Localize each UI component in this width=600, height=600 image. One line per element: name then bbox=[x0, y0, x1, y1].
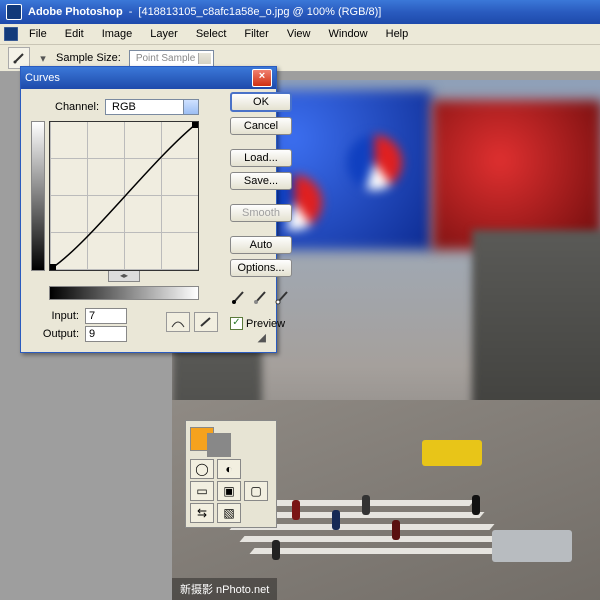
preview-checkbox[interactable]: ✓ Preview bbox=[230, 317, 292, 330]
load-button[interactable]: Load... bbox=[230, 149, 292, 167]
check-icon: ✓ bbox=[230, 317, 243, 330]
app-name: Adobe Photoshop bbox=[28, 6, 123, 18]
sample-size-combo[interactable]: Point Sample bbox=[129, 50, 214, 67]
menu-help[interactable]: Help bbox=[379, 26, 416, 42]
grid-toggle-icon[interactable]: ◂▸ bbox=[108, 270, 140, 282]
menu-window[interactable]: Window bbox=[322, 26, 375, 42]
curves-graph[interactable] bbox=[49, 121, 199, 271]
smooth-button: Smooth bbox=[230, 204, 292, 222]
mode-quickmask-icon[interactable]: ◐ bbox=[217, 459, 241, 479]
ok-button[interactable]: OK bbox=[230, 92, 292, 112]
extra-icon[interactable]: ▧ bbox=[217, 503, 241, 523]
background-swatch[interactable] bbox=[207, 433, 231, 457]
jump-to-imageready-icon[interactable]: ⇆ bbox=[190, 503, 214, 523]
gray-point-eyedropper-icon[interactable] bbox=[252, 288, 270, 306]
output-field[interactable] bbox=[85, 326, 127, 342]
dialog-titlebar[interactable]: Curves × bbox=[21, 67, 276, 89]
tool-preset-dropdown-icon[interactable]: ▾ bbox=[38, 52, 48, 65]
white-point-eyedropper-icon[interactable] bbox=[274, 288, 292, 306]
document-title: [418813105_c8afc1a58e_o.jpg @ 100% (RGB/… bbox=[138, 6, 381, 18]
app-icon bbox=[6, 4, 22, 20]
tool-palette[interactable]: ◯◐ ▭▣▢ ⇆▧ bbox=[185, 420, 277, 528]
menu-layer[interactable]: Layer bbox=[143, 26, 185, 42]
input-field[interactable] bbox=[85, 308, 127, 324]
channel-select[interactable]: RGB bbox=[105, 99, 199, 115]
menu-filter[interactable]: Filter bbox=[237, 26, 275, 42]
auto-button[interactable]: Auto bbox=[230, 236, 292, 254]
screen-standard-icon[interactable]: ▭ bbox=[190, 481, 214, 501]
dialog-buttons: OK Cancel Load... Save... Smooth Auto Op… bbox=[230, 92, 292, 330]
watermark: 新摄影 nPhoto.net bbox=[172, 578, 277, 600]
input-label: Input: bbox=[39, 310, 79, 322]
screen-full-menubar-icon[interactable]: ▣ bbox=[217, 481, 241, 501]
sample-size-label: Sample Size: bbox=[56, 52, 121, 64]
close-icon[interactable]: × bbox=[252, 69, 272, 87]
menu-file[interactable]: File bbox=[22, 26, 54, 42]
save-button[interactable]: Save... bbox=[230, 172, 292, 190]
title-bar: Adobe Photoshop - [418813105_c8afc1a58e_… bbox=[0, 0, 600, 24]
menu-select[interactable]: Select bbox=[189, 26, 234, 42]
menu-bar: File Edit Image Layer Select Filter View… bbox=[0, 24, 600, 45]
channel-label: Channel: bbox=[55, 101, 99, 113]
black-point-eyedropper-icon[interactable] bbox=[230, 288, 248, 306]
horizontal-gradient bbox=[49, 286, 199, 300]
menu-image[interactable]: Image bbox=[95, 26, 140, 42]
dialog-title: Curves bbox=[25, 72, 60, 84]
menu-edit[interactable]: Edit bbox=[58, 26, 91, 42]
mode-standard-icon[interactable]: ◯ bbox=[190, 459, 214, 479]
vertical-gradient bbox=[31, 121, 45, 271]
curve-point-tool-icon[interactable] bbox=[166, 312, 190, 332]
output-label: Output: bbox=[39, 328, 79, 340]
cancel-button[interactable]: Cancel bbox=[230, 117, 292, 135]
curve-pencil-tool-icon[interactable] bbox=[194, 312, 218, 332]
preview-label: Preview bbox=[246, 318, 285, 330]
options-button[interactable]: Options... bbox=[230, 259, 292, 277]
resize-grip-icon[interactable]: ◢ bbox=[258, 331, 266, 344]
menu-view[interactable]: View bbox=[280, 26, 318, 42]
app-menu-icon[interactable] bbox=[4, 27, 18, 41]
screen-full-icon[interactable]: ▢ bbox=[244, 481, 268, 501]
